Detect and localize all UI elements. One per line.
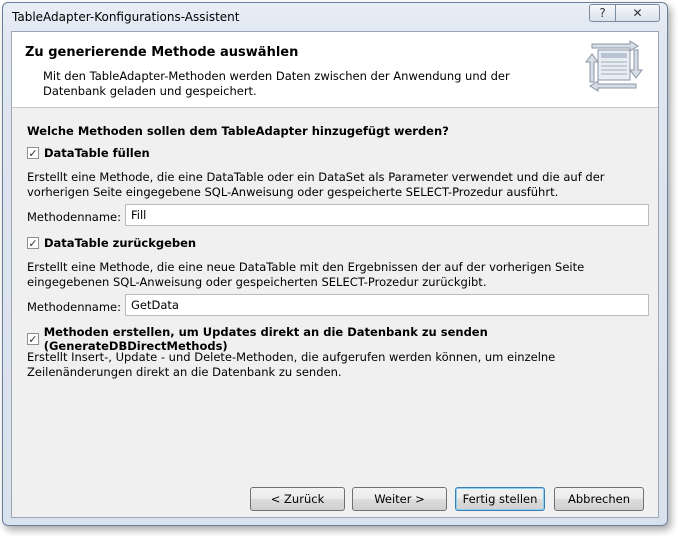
option-fill[interactable]: ✓ DataTable füllen xyxy=(27,146,150,160)
fill-checkbox-label: DataTable füllen xyxy=(44,146,150,160)
checkmark-icon: ✓ xyxy=(28,332,38,346)
getdata-description: Erstellt eine Methode, die eine neue Dat… xyxy=(27,260,585,289)
dbdirect-checkbox-label: Methoden erstellen, um Updates direkt an… xyxy=(43,325,488,353)
close-button[interactable]: ✕ xyxy=(616,4,660,22)
help-icon: ? xyxy=(599,6,606,20)
checkmark-icon: ✓ xyxy=(28,146,38,160)
dbdirect-checkbox[interactable]: ✓ xyxy=(27,333,39,345)
window-title: TableAdapter-Konfigurations-Assistent xyxy=(12,10,240,24)
page-subtitle: Mit den TableAdapter-Methoden werden Dat… xyxy=(43,69,510,98)
dbdirect-description: Erstellt Insert-, Update - und Delete-Me… xyxy=(27,350,556,379)
dialog-client-area: Zu generierende Methode auswählen Mit de… xyxy=(11,31,659,518)
option-getdata[interactable]: ✓ DataTable zurückgeben xyxy=(27,236,196,250)
help-button[interactable]: ? xyxy=(589,4,616,22)
fill-description: Erstellt eine Methode, die eine DataTabl… xyxy=(27,170,605,199)
wizard-table-icon xyxy=(585,40,643,92)
fill-method-name-input[interactable]: Fill xyxy=(125,204,649,226)
option-dbdirect[interactable]: ✓ Methoden erstellen, um Updates direkt … xyxy=(27,325,658,353)
window-controls: ? ✕ xyxy=(589,4,660,22)
checkmark-icon: ✓ xyxy=(28,236,38,250)
getdata-checkbox-label: DataTable zurückgeben xyxy=(44,236,197,250)
getdata-method-name-label: Methodenname: xyxy=(27,300,121,314)
methods-question: Welche Methoden sollen dem TableAdapter … xyxy=(27,124,449,138)
fill-method-name-label: Methodenname: xyxy=(27,210,121,224)
fill-checkbox[interactable]: ✓ xyxy=(27,147,39,159)
wizard-header: Zu generierende Methode auswählen Mit de… xyxy=(12,32,658,108)
cancel-button[interactable]: Abbrechen xyxy=(554,487,644,511)
back-button[interactable]: < Zurück xyxy=(250,487,345,511)
next-button[interactable]: Weiter > xyxy=(352,487,447,511)
getdata-method-name-input[interactable]: GetData xyxy=(125,294,649,316)
finish-button[interactable]: Fertig stellen xyxy=(455,487,545,511)
wizard-window: TableAdapter-Konfigurations-Assistent ? … xyxy=(2,2,668,526)
page-title: Zu generierende Methode auswählen xyxy=(25,45,299,60)
close-icon: ✕ xyxy=(632,6,643,20)
getdata-checkbox[interactable]: ✓ xyxy=(27,237,39,249)
title-bar[interactable]: TableAdapter-Konfigurations-Assistent ? … xyxy=(3,3,667,31)
